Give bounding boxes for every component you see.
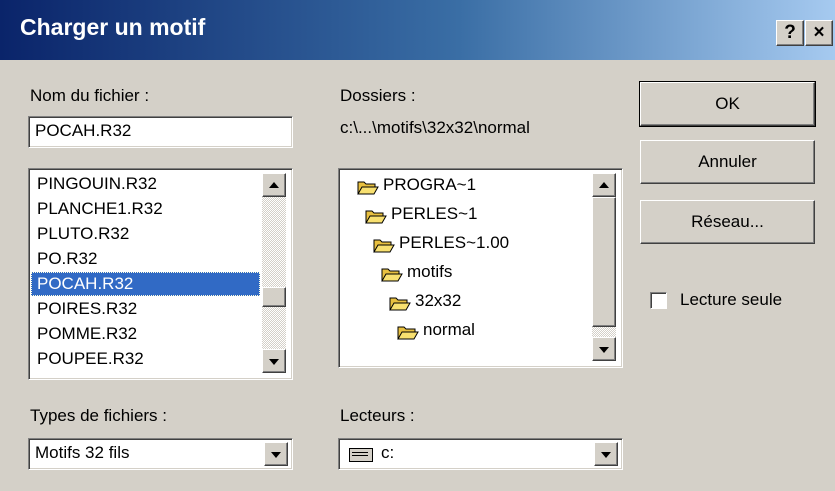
file-list-scroll-up-button[interactable] (262, 173, 286, 197)
folder-item[interactable]: 32x32 (389, 288, 461, 314)
cancel-button[interactable]: Annuler (640, 140, 815, 184)
folder-scroll-down-button[interactable] (592, 337, 616, 361)
file-list-item[interactable]: POMME.R32 (31, 322, 260, 346)
file-list-item[interactable]: POUPEE.R32 (31, 347, 260, 371)
arrow-down-icon (599, 347, 609, 353)
hard-drive-icon (349, 448, 373, 462)
chevron-down-icon (601, 452, 611, 458)
folder-item[interactable]: normal (397, 317, 475, 343)
close-button[interactable]: × (805, 20, 833, 46)
readonly-label[interactable]: Lecture seule (680, 290, 782, 310)
file-list-scroll-down-button[interactable] (262, 349, 286, 373)
file-list-item[interactable]: PLANCHE1.R32 (31, 197, 260, 221)
drives-dropdown-button[interactable] (594, 442, 618, 466)
file-list-item[interactable]: POCAH.R32 (31, 272, 260, 296)
readonly-checkbox[interactable] (650, 292, 667, 309)
ok-button[interactable]: OK (639, 81, 816, 127)
open-folder-current-icon (397, 320, 423, 340)
chevron-down-icon (271, 452, 281, 458)
folder-item-label: motifs (407, 262, 453, 281)
filetypes-label: Types de fichiers : (30, 406, 168, 425)
folder-item[interactable]: PROGRA~1 (357, 172, 476, 198)
file-list-item[interactable]: POIRES.R32 (31, 297, 260, 321)
file-list-item[interactable]: PINGOUIN.R32 (31, 172, 260, 196)
open-folder-icon (365, 204, 391, 224)
folder-item[interactable]: motifs (381, 259, 452, 285)
drives-label: Lecteurs : (340, 406, 415, 425)
network-button[interactable]: Réseau... (640, 200, 815, 244)
file-list-item[interactable]: PLUTO.R32 (31, 222, 260, 246)
title-bar: Charger un motif ? × (0, 0, 835, 60)
help-button[interactable]: ? (776, 20, 804, 46)
file-list-item[interactable]: PO.R32 (31, 247, 260, 271)
folders-path: c:\...\motifs\32x32\normal (340, 118, 530, 137)
folder-item-label: 32x32 (415, 291, 462, 310)
open-folder-icon (389, 291, 415, 311)
drives-value: c: (381, 443, 395, 462)
open-folder-icon (381, 262, 407, 282)
file-list-scroll-track[interactable] (262, 197, 286, 349)
arrow-down-icon (269, 359, 279, 365)
filename-label: Nom du fichier : (30, 86, 150, 105)
arrow-up-icon (599, 182, 609, 188)
filename-value: POCAH.R32 (35, 121, 132, 140)
folder-scroll-up-button[interactable] (592, 173, 616, 197)
folders-label: Dossiers : (340, 86, 416, 105)
filename-input[interactable]: POCAH.R32 (28, 116, 293, 148)
folder-item-label: normal (423, 320, 475, 339)
filetypes-select[interactable]: Motifs 32 fils (28, 438, 293, 470)
filetypes-value: Motifs 32 fils (35, 443, 130, 462)
file-list-scroll-thumb[interactable] (262, 287, 286, 307)
arrow-up-icon (269, 182, 279, 188)
folder-item-label: PERLES~1.00 (399, 233, 510, 252)
drives-select[interactable]: c: (338, 438, 623, 470)
open-folder-icon (373, 233, 399, 253)
folder-item-label: PROGRA~1 (383, 175, 477, 194)
window-title: Charger un motif (20, 14, 206, 40)
folder-scroll-thumb[interactable] (592, 197, 616, 327)
folder-tree[interactable]: PROGRA~1 PERLES~1 PERLES~1.00 motifs 32x32 no… (338, 168, 623, 368)
folder-item[interactable]: PERLES~1.00 (373, 230, 509, 256)
folder-item-label: PERLES~1 (391, 204, 478, 223)
file-list[interactable]: PINGOUIN.R32 PLANCHE1.R32 PLUTO.R32 PO.R32 P… (28, 168, 293, 380)
filetypes-dropdown-button[interactable] (264, 442, 288, 466)
folder-item[interactable]: PERLES~1 (365, 201, 477, 227)
open-folder-icon (357, 175, 383, 195)
